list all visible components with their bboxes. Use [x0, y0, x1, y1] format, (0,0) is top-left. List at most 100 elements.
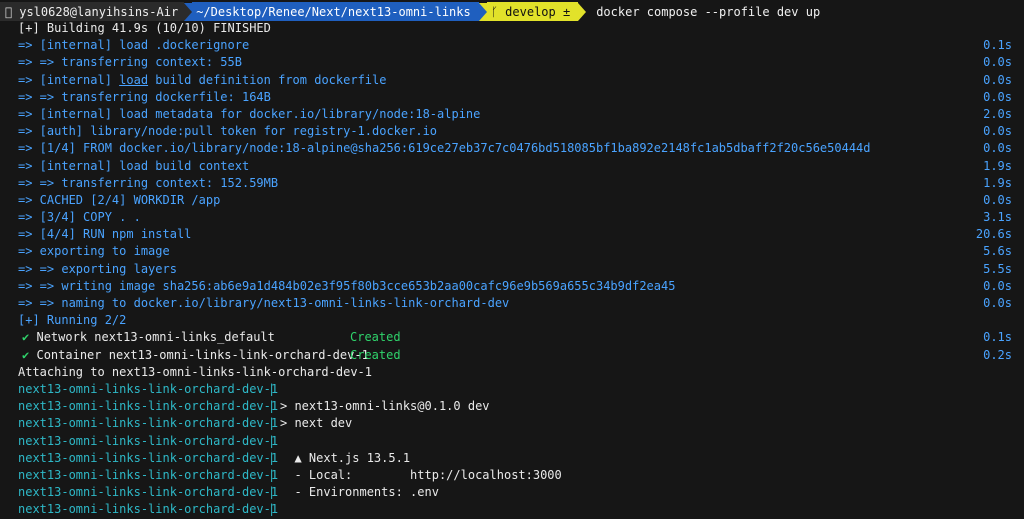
build-step-text: => => exporting layers: [18, 261, 177, 276]
log-pipe: |: [268, 416, 276, 431]
build-step: => [internal] load .dockerignore 0.1s: [0, 37, 1024, 54]
log-line: next13-omni-links-link-orchard-dev-1 | - …: [0, 467, 1024, 484]
terminal-window[interactable]:  ysl0628@lanyihsins-Air ~/Desktop/Renee…: [0, 0, 1024, 519]
log-pipe: |: [268, 381, 276, 396]
log-line: next13-omni-links-link-orchard-dev-1 | ▲ …: [0, 450, 1024, 467]
build-step-duration: 0.0s: [983, 55, 1012, 70]
build-step-duration: 0.0s: [983, 192, 1012, 207]
build-step: => CACHED [2/4] WORKDIR /app 0.0s: [0, 192, 1024, 209]
build-step-duration: 1.9s: [983, 175, 1012, 190]
build-step-text: => exporting to image: [18, 244, 170, 259]
log-line: next13-omni-links-link-orchard-dev-1 | > n…: [0, 398, 1024, 415]
build-step-duration: 0.0s: [983, 278, 1012, 293]
build-step: => [auth] library/node:pull token for re…: [0, 123, 1024, 140]
log-text: > next13-omni-links@0.1.0 dev: [280, 399, 490, 414]
running-item: ✔ Network next13-omni-links_default Creat…: [0, 329, 1024, 346]
log-line: next13-omni-links-link-orchard-dev-1 | - …: [0, 484, 1024, 501]
prompt-separator: [478, 2, 487, 21]
running-item-text: ✔ Network next13-omni-links_default: [22, 329, 275, 346]
log-container-name: next13-omni-links-link-orchard-dev-1: [18, 485, 279, 500]
log-container-name: next13-omni-links-link-orchard-dev-1: [18, 467, 279, 482]
build-step-text: => => transferring context: 152.59MB: [18, 175, 279, 190]
log-line: next13-omni-links-link-orchard-dev-1 | > n…: [0, 415, 1024, 432]
build-step-duration: 1.9s: [983, 158, 1012, 173]
apple-icon: : [0, 2, 18, 21]
build-step: => [internal] load build context 1.9s: [0, 158, 1024, 175]
prompt-separator: [578, 2, 587, 21]
build-step-text: => [auth] library/node:pull token for re…: [18, 124, 438, 139]
build-header: [+] Building 41.9s (10/10) FINISHED: [18, 21, 271, 35]
git-branch-icon: ᚴ: [490, 4, 506, 19]
build-step: => [4/4] RUN npm install 20.6s: [0, 226, 1024, 243]
log-pipe: |: [268, 433, 276, 448]
build-step: => => transferring dockerfile: 164B 0.0s: [0, 89, 1024, 106]
running-item-text: ✔ Container next13-omni-links-link-orcha…: [22, 347, 369, 364]
log-container-name: next13-omni-links-link-orchard-dev-1: [18, 399, 279, 414]
log-text: - Environments: .env: [280, 485, 439, 500]
running-item-label: Network next13-omni-links_default: [36, 330, 275, 345]
command-text: docker compose --profile dev up: [596, 4, 821, 19]
build-step-underlined: load: [119, 72, 149, 87]
build-step-text: => [internal] load metadata for docker.i…: [18, 106, 481, 121]
build-step-text: => [1/4] FROM docker.io/library/node:18-…: [18, 141, 871, 156]
build-step-text: => => transferring context: 55B: [18, 55, 242, 70]
build-step: => => naming to docker.io/library/next13…: [0, 295, 1024, 312]
build-step: => [1/4] FROM docker.io/library/node:18-…: [0, 140, 1024, 157]
shell-prompt:  ysl0628@lanyihsins-Air ~/Desktop/Renee…: [0, 2, 824, 21]
log-text: ▲ Next.js 13.5.1: [280, 450, 411, 465]
build-step-text: => CACHED [2/4] WORKDIR /app: [18, 192, 221, 207]
build-step-duration: 0.1s: [983, 38, 1012, 53]
build-step: => [3/4] COPY . . 3.1s: [0, 209, 1024, 226]
build-step-duration: 3.1s: [983, 210, 1012, 225]
build-step-duration: 20.6s: [975, 227, 1012, 242]
build-step-text: => => writing image sha256:ab6e9a1d484b0…: [18, 278, 676, 293]
log-text: > next dev: [280, 416, 353, 431]
prompt-path: ~/Desktop/Renee/Next/next13-omni-links: [192, 2, 479, 21]
checkmark-icon: ✔: [22, 330, 30, 345]
prompt-user: ysl0628@lanyihsins-Air: [17, 2, 185, 21]
build-step-duration: 0.0s: [983, 296, 1012, 310]
build-step: => => transferring context: 152.59MB 1.9s: [0, 175, 1024, 192]
running-header-text: [+] Running 2/2: [18, 313, 127, 328]
build-step-duration: 0.0s: [983, 141, 1012, 156]
build-step-duration: 2.0s: [983, 106, 1012, 121]
build-step-post: build definition from dockerfile: [148, 72, 387, 87]
log-pipe: |: [268, 399, 276, 414]
running-item-label: Container next13-omni-links-link-orchard…: [36, 347, 369, 362]
build-step: => => transferring context: 55B 0.0s: [0, 54, 1024, 71]
log-container-name: next13-omni-links-link-orchard-dev-1: [18, 450, 279, 465]
running-header: [+] Running 2/2: [0, 312, 1024, 329]
build-step: => => writing image sha256:ab6e9a1d484b0…: [0, 278, 1024, 295]
build-step-pre: => [internal]: [18, 72, 120, 87]
log-line: next13-omni-links-link-orchard-dev-1 |: [0, 433, 1024, 450]
build-step-text: => => naming to docker.io/library/next13…: [18, 296, 510, 310]
build-step: => [internal] load build definition from…: [0, 72, 1024, 89]
running-item-duration: 0.1s: [983, 330, 1012, 345]
build-step: => [internal] load metadata for docker.i…: [0, 106, 1024, 123]
prompt-branch: ᚴ develop ±: [486, 2, 579, 21]
checkmark-icon: ✔: [22, 347, 30, 362]
log-pipe: |: [268, 467, 276, 482]
attach-text: Attaching to next13-omni-links-link-orch…: [18, 364, 373, 379]
attach-line: Attaching to next13-omni-links-link-orch…: [0, 364, 1024, 381]
build-step-duration: 5.5s: [983, 261, 1012, 276]
running-item-duration: 0.2s: [983, 347, 1012, 362]
build-step-duration: 0.0s: [983, 124, 1012, 139]
build-step-text: => [internal] load build context: [18, 158, 250, 173]
build-step-duration: 5.6s: [983, 244, 1012, 259]
build-step-text: => [internal] load build definition from…: [18, 72, 386, 89]
log-text: - Local: http://localhost:3000: [280, 467, 562, 482]
build-step: => => exporting layers 5.5s: [0, 261, 1024, 278]
build-step-text: => => transferring dockerfile: 164B: [18, 89, 271, 104]
running-item: ✔ Container next13-omni-links-link-orcha…: [0, 347, 1024, 364]
build-step-text: => [internal] load .dockerignore: [18, 38, 250, 53]
build-step-text: => [3/4] COPY . .: [18, 210, 141, 225]
build-step-duration: 0.0s: [983, 89, 1012, 104]
log-container-name: next13-omni-links-link-orchard-dev-1: [18, 416, 279, 431]
terminal-output: [+] Building 41.9s (10/10) FINISHED => […: [0, 20, 1024, 518]
log-pipe: |: [268, 485, 276, 500]
running-item-status: Created: [350, 330, 401, 345]
build-step: => exporting to image 5.6s: [0, 243, 1024, 260]
running-item-status: Created: [350, 347, 401, 362]
log-pipe: |: [268, 502, 276, 517]
